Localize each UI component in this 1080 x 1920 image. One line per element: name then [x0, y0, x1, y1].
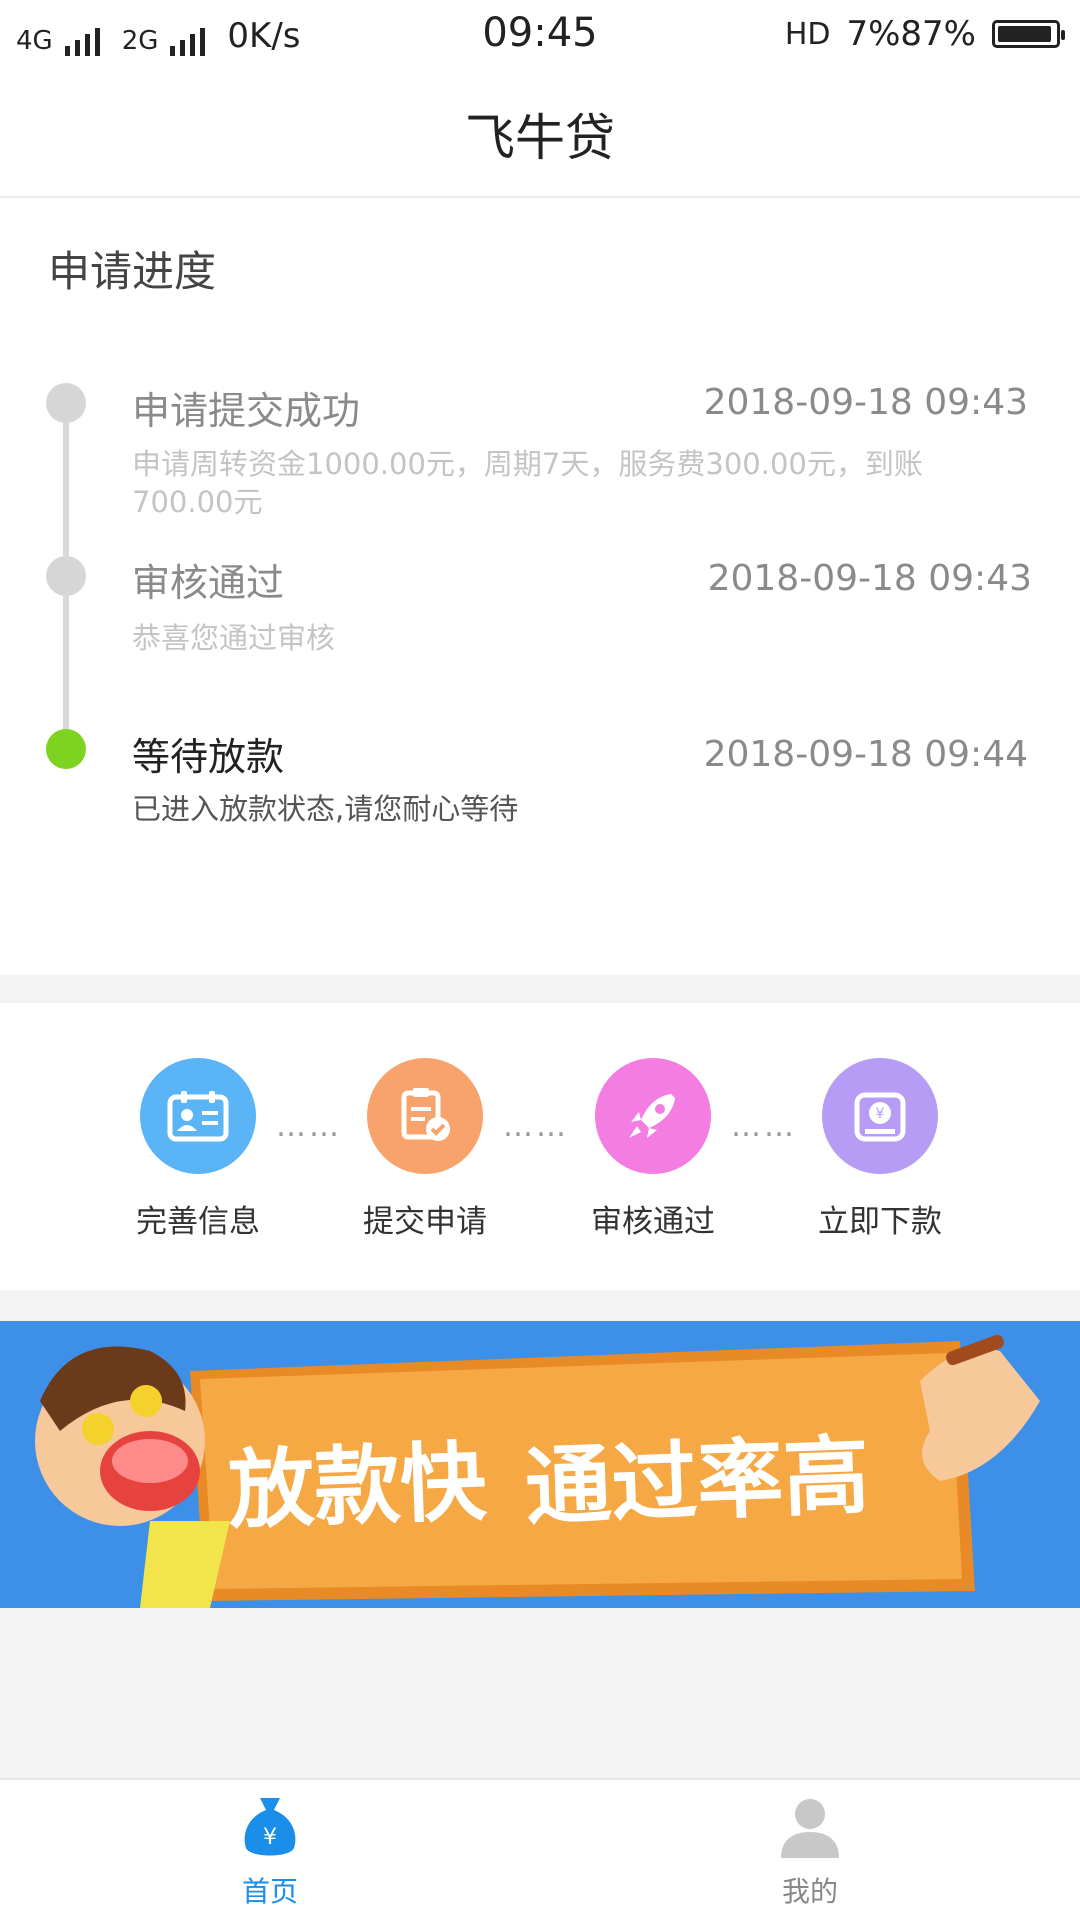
- timeline-time: 2018-09-18 09:43: [703, 382, 1028, 423]
- banner-text-approval: 通过率高: [523, 1426, 871, 1538]
- timeline-desc: 恭喜您通过审核: [132, 621, 336, 655]
- timeline-dot: [46, 556, 86, 596]
- tab-label: 我的: [781, 1875, 838, 1908]
- svg-text:¥: ¥: [263, 1825, 277, 1850]
- rocket-icon: [595, 1058, 711, 1174]
- user-icon: [781, 1799, 839, 1858]
- step-label: 审核通过: [591, 1204, 715, 1240]
- steps-card: 完善信息 …… 提交申请 …… 审核通过 …… ¥ 立即下款: [0, 1003, 1080, 1290]
- timeline-dot: [46, 383, 86, 423]
- step-label: 完善信息: [136, 1204, 260, 1240]
- timeline-time: 2018-09-18 09:44: [703, 734, 1028, 775]
- status-bar: 4G 2G 0K/s 09:45 HD 7%87%: [0, 0, 1080, 72]
- banner-text-fast: 放款快: [226, 1432, 488, 1542]
- step-label: 提交申请: [363, 1204, 487, 1240]
- timeline-title: 等待放款: [132, 735, 285, 779]
- svg-text:¥: ¥: [876, 1106, 885, 1122]
- money-bag-icon: ¥: [244, 1798, 296, 1856]
- id-card-icon: [140, 1058, 256, 1174]
- promo-banner[interactable]: 放款快 通过率高: [0, 1321, 1080, 1608]
- progress-card: 申请进度 申请提交成功 2018-09-18 09:43 申请周转资金1000.…: [0, 198, 1080, 975]
- battery-text: 7%87%: [846, 14, 976, 54]
- timeline-title: 申请提交成功: [132, 389, 361, 433]
- step-submit-application[interactable]: 提交申请: [310, 1058, 540, 1241]
- timeline-time: 2018-09-18 09:43: [707, 558, 1032, 599]
- step-label: 立即下款: [818, 1204, 942, 1240]
- battery-icon: [992, 20, 1065, 48]
- tab-home[interactable]: ¥ 首页: [0, 1794, 540, 1910]
- tab-mine[interactable]: 我的: [540, 1794, 1080, 1910]
- status-right: HD 7%87%: [784, 14, 1065, 54]
- title-bar: 飞牛贷: [0, 72, 1080, 198]
- section-title: 申请进度: [48, 247, 217, 296]
- tab-bar: ¥ 首页 我的: [0, 1778, 1080, 1920]
- step-approved[interactable]: 审核通过: [538, 1058, 768, 1241]
- page-title: 飞牛贷: [465, 109, 615, 167]
- yuan-bag-icon: ¥: [822, 1058, 938, 1174]
- step-disburse-now[interactable]: ¥ 立即下款: [765, 1058, 995, 1241]
- step-complete-info[interactable]: 完善信息: [83, 1058, 313, 1241]
- tab-label: 首页: [241, 1875, 298, 1908]
- timeline-title: 审核通过: [132, 561, 285, 605]
- timeline-desc: 已进入放款状态,请您耐心等待: [132, 792, 519, 826]
- timeline-desc: 申请周转资金1000.00元，周期7天，服务费300.00元，到账700.00元: [132, 447, 923, 519]
- clipboard-check-icon: [367, 1058, 483, 1174]
- timeline-dot-active: [46, 729, 86, 769]
- hd-indicator: HD: [784, 16, 831, 52]
